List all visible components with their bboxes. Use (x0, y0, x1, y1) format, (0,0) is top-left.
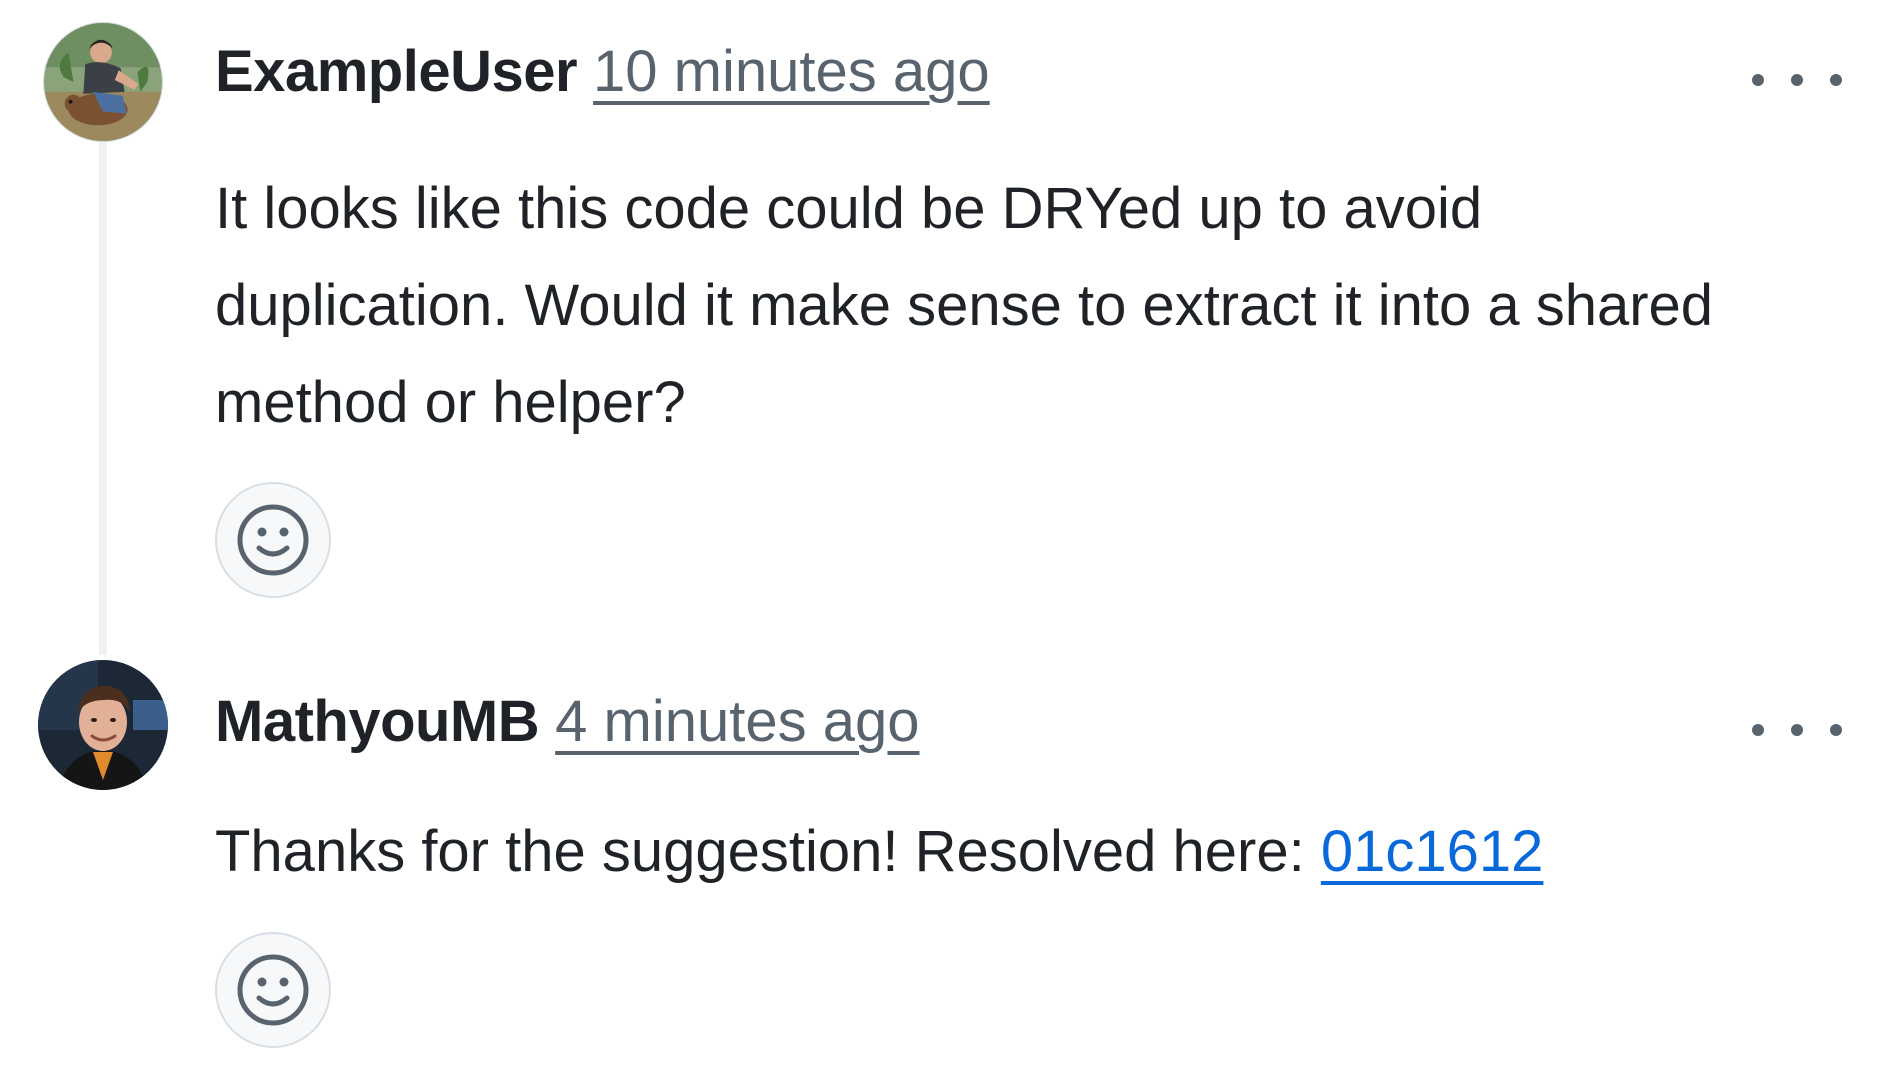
author-name[interactable]: MathyouMB (215, 688, 540, 755)
comment-body: It looks like this code could be DRYed u… (215, 176, 1714, 435)
comment-timestamp[interactable]: 10 minutes ago (593, 38, 990, 105)
comment-header: MathyouMB 4 minutes ago (215, 688, 919, 768)
user-avatar-photo (44, 23, 162, 141)
commit-link[interactable]: 01c1612 (1321, 819, 1544, 884)
thread-connector-line (99, 135, 107, 655)
comment-thread: ExampleUser 10 minutes ago It looks like… (0, 0, 1890, 1068)
comment-header: ExampleUser 10 minutes ago (215, 38, 990, 118)
comment-body: Thanks for the suggestion! Resolved here… (215, 812, 1775, 892)
smiley-icon (237, 504, 309, 576)
avatar[interactable] (38, 660, 168, 790)
comment-body-text: Thanks for the suggestion! Resolved here… (215, 819, 1321, 884)
user-avatar-photo (38, 660, 168, 790)
author-name[interactable]: ExampleUser (215, 38, 578, 105)
add-reaction-button[interactable] (215, 482, 331, 598)
kebab-horizontal-icon[interactable] (1752, 62, 1842, 98)
add-reaction-button[interactable] (215, 932, 331, 1048)
avatar[interactable] (43, 22, 163, 142)
comment-timestamp[interactable]: 4 minutes ago (555, 688, 919, 755)
kebab-horizontal-icon[interactable] (1752, 712, 1842, 748)
smiley-icon (237, 954, 309, 1026)
